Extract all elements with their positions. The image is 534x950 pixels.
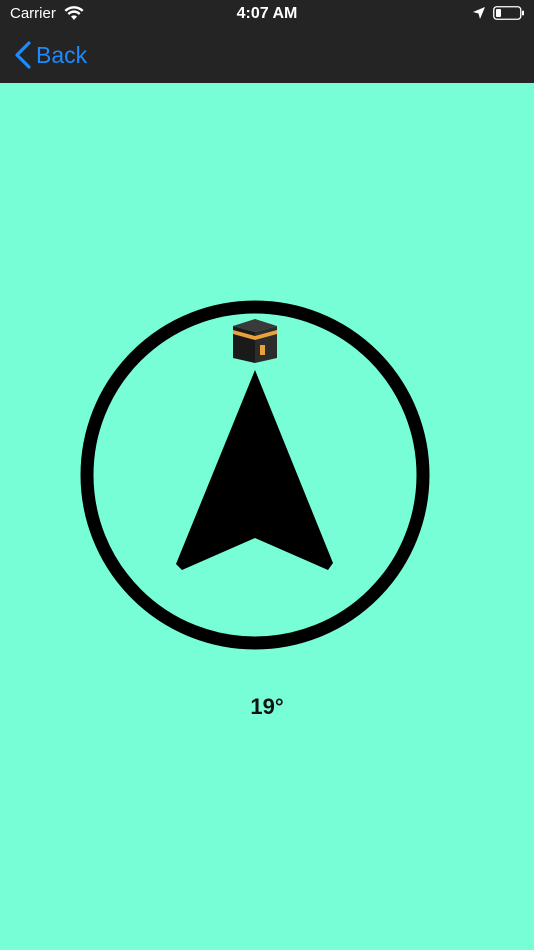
navigation-bar: Back	[0, 28, 534, 83]
top-bar: Carrier 4:07 AM Back	[0, 0, 534, 83]
chevron-left-icon	[15, 41, 31, 69]
arrow-pointer-icon	[176, 370, 333, 570]
battery-icon	[493, 6, 524, 20]
back-label: Back	[36, 41, 88, 68]
status-bar: Carrier 4:07 AM	[0, 0, 534, 28]
location-arrow-icon	[473, 7, 485, 19]
back-button[interactable]: Back	[14, 38, 87, 72]
status-time: 4:07 AM	[236, 5, 298, 22]
heading-degrees: 19°	[250, 694, 284, 719]
kaaba-icon	[233, 319, 277, 363]
